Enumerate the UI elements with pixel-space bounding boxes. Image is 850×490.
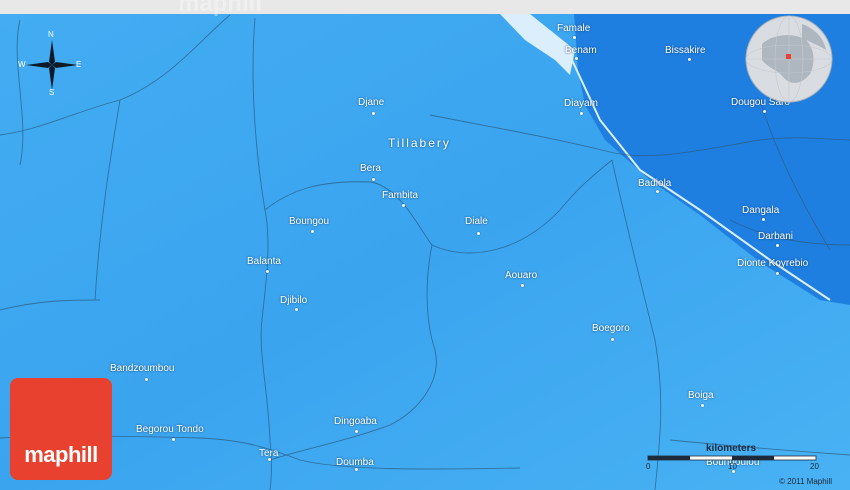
place-dangala[interactable]: Dangala	[742, 205, 779, 216]
place-bera[interactable]: Bera	[360, 163, 381, 174]
scale-mid: 10	[728, 462, 737, 471]
compass-west-label: W	[18, 60, 26, 69]
scale-bar: kilometers 0 10 20	[644, 443, 824, 473]
place-djibilo[interactable]: Djibilo	[280, 295, 307, 306]
locator-globe-icon	[745, 15, 833, 103]
scale-max: 20	[810, 462, 819, 471]
place-begorou-tondo[interactable]: Begorou Tondo	[136, 424, 204, 435]
place-dot	[573, 36, 576, 39]
place-benam[interactable]: Benam	[565, 45, 597, 56]
place-djane[interactable]: Djane	[358, 97, 384, 108]
place-dot	[355, 430, 358, 433]
place-doumba[interactable]: Doumba	[336, 457, 374, 468]
place-boungou[interactable]: Boungou	[289, 216, 329, 227]
place-dot	[611, 338, 614, 341]
place-boegoro[interactable]: Boegoro	[592, 323, 630, 334]
place-famale[interactable]: Famale	[557, 23, 590, 34]
place-dot	[372, 112, 375, 115]
place-aouaro[interactable]: Aouaro	[505, 270, 537, 281]
place-dingoaba[interactable]: Dingoaba	[334, 416, 377, 427]
place-darbani[interactable]: Darbani	[758, 231, 793, 242]
place-dot	[762, 218, 765, 221]
place-dot	[145, 378, 148, 381]
place-diale[interactable]: Diale	[465, 216, 488, 227]
place-dot	[311, 230, 314, 233]
place-badiola[interactable]: Badiola	[638, 178, 671, 189]
logo-text: maphill	[24, 442, 98, 467]
place-dot	[701, 404, 704, 407]
watermark-text: maphill	[178, 0, 263, 17]
compass-rose: N S E W	[14, 30, 90, 98]
place-dot	[580, 112, 583, 115]
place-balanta[interactable]: Balanta	[247, 256, 281, 267]
place-dot	[477, 232, 480, 235]
compass-east-label: E	[76, 60, 82, 69]
place-dot	[776, 272, 779, 275]
place-dot	[372, 178, 375, 181]
place-dot	[295, 308, 298, 311]
region-label: Tillabery	[388, 136, 451, 150]
place-dot	[402, 204, 405, 207]
place-dot	[776, 244, 779, 247]
place-dot	[688, 58, 691, 61]
scale-min: 0	[646, 462, 651, 471]
place-bandzoumbou[interactable]: Bandzoumbou	[110, 363, 175, 374]
place-bissakire[interactable]: Bissakire	[665, 45, 706, 56]
place-dot	[656, 190, 659, 193]
place-dionte-koyrebio[interactable]: Dionte Koyrebio	[737, 258, 808, 269]
place-dot	[172, 438, 175, 441]
terrain-background	[0, 0, 850, 490]
place-dot	[763, 110, 766, 113]
copyright-text: © 2011 Maphill	[779, 477, 832, 486]
scale-title: kilometers	[706, 443, 757, 454]
place-dot	[521, 284, 524, 287]
map-canvas[interactable]: maphill N S E W Tillabery Famale Benam B…	[0, 0, 850, 490]
place-boiga[interactable]: Boiga	[688, 390, 714, 401]
compass-south-label: S	[49, 88, 55, 97]
place-dot	[355, 468, 358, 471]
place-fambita[interactable]: Fambita	[382, 190, 418, 201]
maphill-logo[interactable]: maphill	[10, 378, 112, 480]
place-dot	[575, 57, 578, 60]
compass-north-label: N	[48, 30, 54, 39]
place-tera[interactable]: Tera	[259, 448, 278, 459]
place-diayam[interactable]: Diayam	[564, 98, 598, 109]
place-dot	[266, 270, 269, 273]
